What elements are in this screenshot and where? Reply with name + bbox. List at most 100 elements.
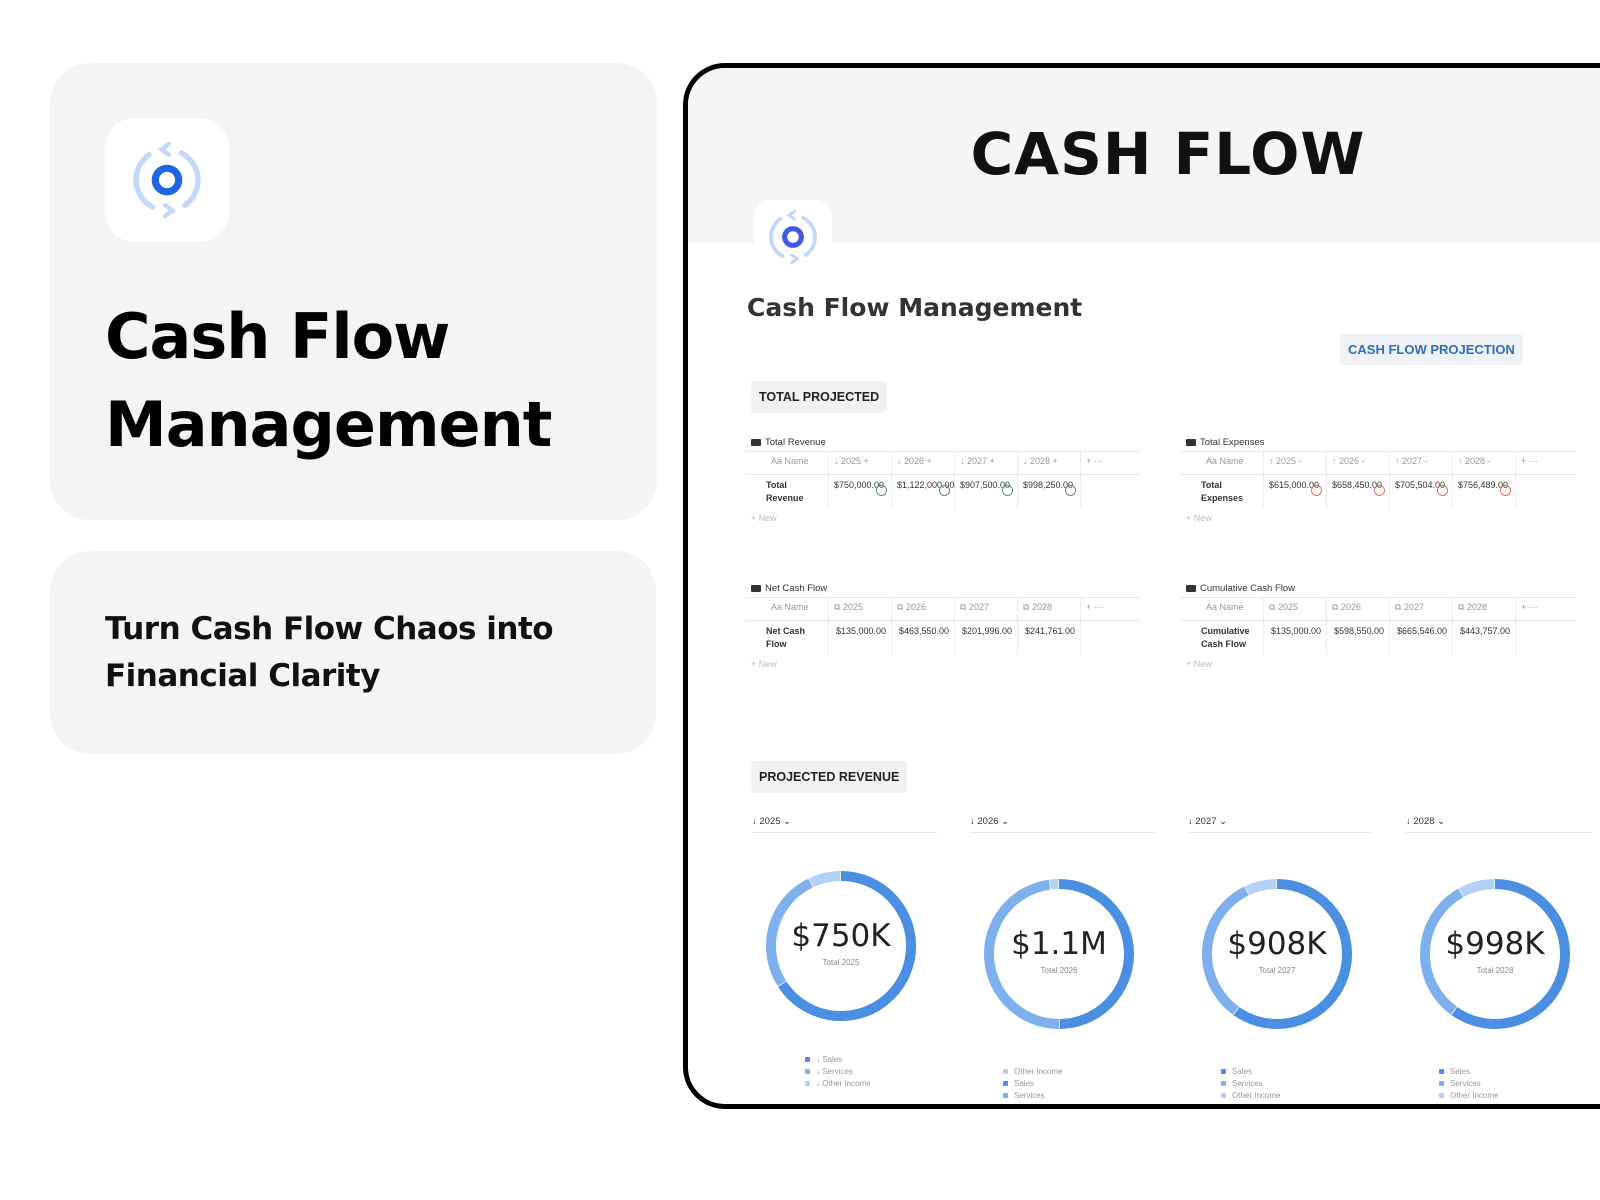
- column-header[interactable]: ⧉ 2027: [1390, 598, 1453, 620]
- legend-label: Sales: [1450, 1067, 1471, 1076]
- cell-value[interactable]: $201,996.00: [955, 621, 1018, 655]
- cell-value[interactable]: $907,500.00: [955, 475, 1018, 509]
- promo-title-line2: Management: [105, 388, 552, 461]
- cell-value[interactable]: $665,546.00: [1390, 621, 1453, 655]
- legend-item[interactable]: Other Income: [1003, 1066, 1075, 1078]
- empty-cell: [1081, 475, 1141, 509]
- table-total-expenses: Total Expenses Aa Name ↑ 2025 - ↑ 2026 - ↑ 2…: [1180, 433, 1576, 527]
- year-selector-2025[interactable]: ↓ 2025 ⌄: [752, 816, 937, 833]
- column-header[interactable]: ⧉ 2025: [829, 598, 892, 620]
- legend-item[interactable]: Sales: [1439, 1066, 1511, 1078]
- legend-label: Sales: [1014, 1079, 1035, 1088]
- column-header[interactable]: ⧉ 2028: [1018, 598, 1081, 620]
- formula-icon: ⧉: [897, 602, 906, 612]
- legend-item[interactable]: ↓ Sales: [805, 1054, 871, 1066]
- legend-item[interactable]: ↓ Other Income: [805, 1078, 871, 1090]
- donut-segment-other-income: [809, 871, 841, 888]
- column-header[interactable]: ↑ 2028 -: [1453, 452, 1516, 474]
- formula-icon: ⧉: [1395, 602, 1404, 612]
- value-text: $241,761.00: [1024, 626, 1075, 636]
- column-header[interactable]: ↓ 2028 +: [1018, 452, 1081, 474]
- legend-item[interactable]: Sales: [1221, 1066, 1293, 1078]
- column-header-label: 2027: [968, 602, 989, 612]
- add-column-button[interactable]: + ···: [1081, 452, 1141, 474]
- legend-label: Services: [1014, 1091, 1045, 1100]
- legend-item[interactable]: Services: [1003, 1090, 1075, 1102]
- row-name[interactable]: Net Cash Flow: [745, 621, 829, 655]
- donut-chart-2027: $908K Total 2027: [1197, 874, 1357, 1034]
- table-net-cash-flow: Net Cash Flow Aa Name ⧉ 2025 ⧉ 2026 ⧉ 2027 ⧉ …: [745, 579, 1141, 673]
- value-text: $135,000.00: [835, 626, 886, 636]
- column-header[interactable]: ⧉ 2027: [955, 598, 1018, 620]
- donut-segment-other-income: [1245, 879, 1277, 896]
- positive-status-icon: [1002, 485, 1013, 496]
- cell-value[interactable]: $598,550.00: [1327, 621, 1390, 655]
- legend-swatch: [805, 1057, 810, 1062]
- column-header[interactable]: ↑ 2026 -: [1327, 452, 1390, 474]
- legend-item[interactable]: Services: [1221, 1078, 1293, 1090]
- formula-icon: ⧉: [1458, 602, 1467, 612]
- column-header[interactable]: ↓ 2026 +: [892, 452, 955, 474]
- column-header[interactable]: ↑ 2025 -: [1264, 452, 1327, 474]
- table-row[interactable]: Total Expenses $615,000.00 $658,450.00 $705…: [1180, 474, 1576, 509]
- cell-value[interactable]: $1,122,000.00: [892, 475, 955, 509]
- column-header-name[interactable]: Aa Name: [1180, 452, 1264, 474]
- donut-chart-2025: $750K Total 2025: [761, 866, 921, 1026]
- cell-value[interactable]: $705,504.00: [1390, 475, 1453, 509]
- legend-item[interactable]: ↓ Services: [805, 1066, 871, 1078]
- page-title: Cash Flow Management: [747, 293, 1083, 322]
- donut-segment-other-income: [1458, 879, 1495, 898]
- row-name[interactable]: Total Expenses: [1180, 475, 1264, 509]
- value-text: $443,757.00: [1459, 626, 1510, 636]
- legend-item[interactable]: Other Income: [1221, 1090, 1293, 1102]
- row-name[interactable]: Total Revenue: [745, 475, 829, 509]
- add-column-button[interactable]: + ···: [1081, 598, 1141, 620]
- cell-value[interactable]: $463,550.00: [892, 621, 955, 655]
- legend-swatch: [1439, 1093, 1444, 1098]
- new-row-button[interactable]: + New: [1180, 509, 1576, 527]
- cell-value[interactable]: $443,757.00: [1453, 621, 1516, 655]
- cell-value[interactable]: $615,000.00: [1264, 475, 1327, 509]
- cell-value[interactable]: $135,000.00: [1264, 621, 1327, 655]
- cell-value[interactable]: $241,761.00: [1018, 621, 1081, 655]
- year-selector-2026[interactable]: ↓ 2026 ⌄: [970, 816, 1155, 833]
- legend-item[interactable]: Sales: [1003, 1078, 1075, 1090]
- year-selector-2027[interactable]: ↓ 2027 ⌄: [1188, 816, 1373, 833]
- column-header[interactable]: ⧉ 2026: [892, 598, 955, 620]
- app-logo-icon: [105, 118, 229, 242]
- money-icon: [751, 438, 761, 446]
- column-header[interactable]: ↓ 2027 +: [955, 452, 1018, 474]
- cell-value[interactable]: $135,000.00: [829, 621, 892, 655]
- cell-value[interactable]: $756,489.00: [1453, 475, 1516, 509]
- new-row-button[interactable]: + New: [745, 509, 1141, 527]
- table-row[interactable]: Total Revenue $750,000.00 $1,122,000.00 $90…: [745, 474, 1141, 509]
- year-selector-2028[interactable]: ↓ 2028 ⌄: [1406, 816, 1591, 833]
- column-header-name[interactable]: Aa Name: [1180, 598, 1264, 620]
- column-header-label: 2025 -: [1276, 456, 1302, 466]
- new-row-button[interactable]: + New: [745, 655, 1141, 673]
- row-name[interactable]: Cumulative Cash Flow: [1180, 621, 1264, 655]
- cell-value[interactable]: $750,000.00: [829, 475, 892, 509]
- column-header[interactable]: ⧉ 2026: [1327, 598, 1390, 620]
- cell-value[interactable]: $998,250.00: [1018, 475, 1081, 509]
- legend-item[interactable]: Services: [1439, 1078, 1511, 1090]
- column-header[interactable]: ⧉ 2025: [1264, 598, 1327, 620]
- table-row[interactable]: Cumulative Cash Flow $135,000.00 $598,550.…: [1180, 620, 1576, 655]
- column-header[interactable]: ↑ 2027 -: [1390, 452, 1453, 474]
- column-header[interactable]: ⧉ 2028: [1453, 598, 1516, 620]
- new-row-button[interactable]: + New: [1180, 655, 1576, 673]
- tagline-line1: Turn Cash Flow Chaos into: [105, 611, 554, 647]
- add-column-button[interactable]: + ···: [1516, 452, 1576, 474]
- add-column-button[interactable]: + ···: [1516, 598, 1576, 620]
- cash-flow-projection-button[interactable]: CASH FLOW PROJECTION: [1340, 334, 1523, 365]
- arrow-down-icon: ↓: [834, 456, 842, 466]
- table-row[interactable]: Net Cash Flow $135,000.00 $463,550.00 $201,…: [745, 620, 1141, 655]
- legend-item[interactable]: Other Income: [1439, 1090, 1511, 1102]
- device-frame: CASH FLOW Cash Flow Management CASH FLOW…: [683, 63, 1600, 1109]
- table-total-revenue: Total Revenue Aa Name ↓ 2025 + ↓ 2026 + ↓ 20…: [745, 433, 1141, 527]
- legend-label: Services: [1450, 1079, 1481, 1088]
- column-header-name[interactable]: Aa Name: [745, 598, 829, 620]
- column-header[interactable]: ↓ 2025 +: [829, 452, 892, 474]
- cell-value[interactable]: $658,450.00: [1327, 475, 1390, 509]
- column-header-name[interactable]: Aa Name: [745, 452, 829, 474]
